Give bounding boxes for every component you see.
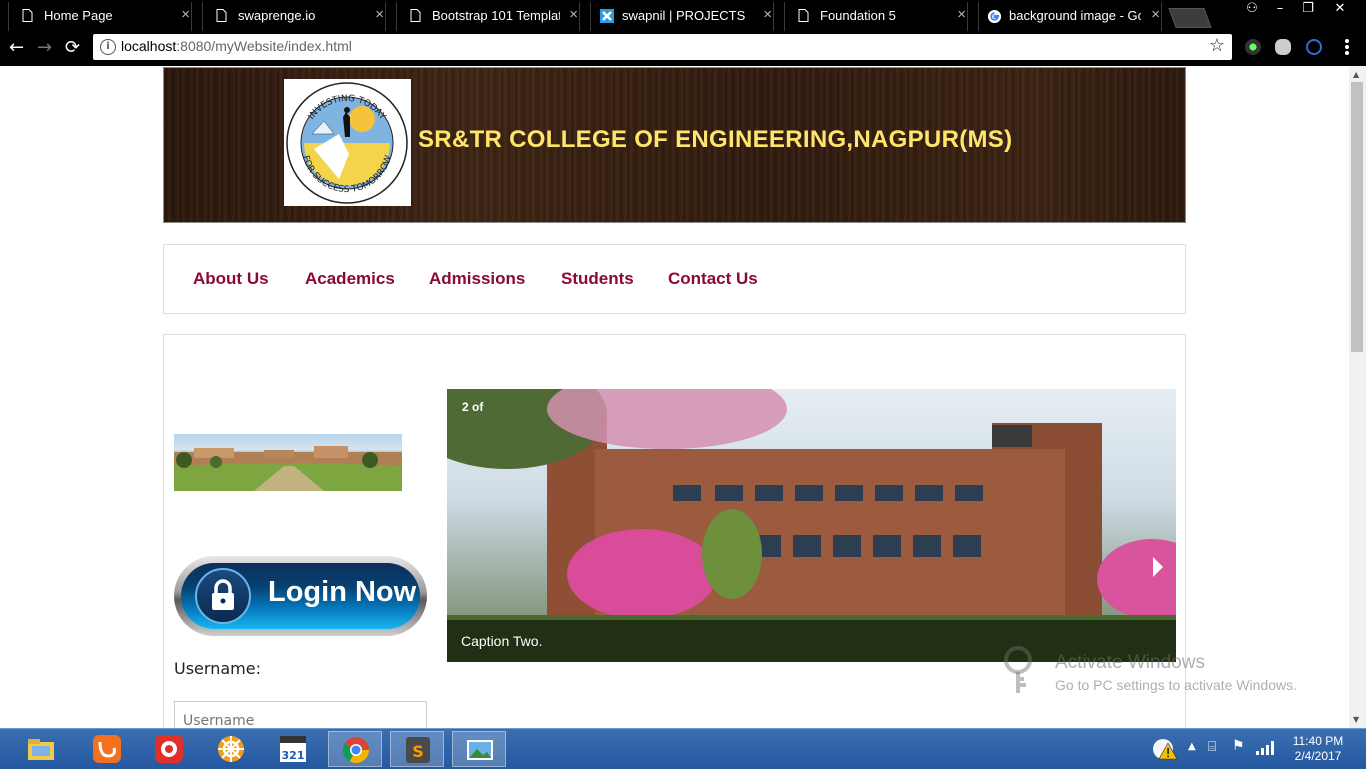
svg-text:S: S [412, 742, 424, 761]
main-navigation: About Us Academics Admissions Students C… [163, 244, 1186, 314]
reload-icon[interactable]: ⟳ [65, 37, 80, 58]
watermark-title: Activate Windows [1055, 652, 1205, 673]
google-icon [987, 9, 1002, 24]
browser-tab[interactable]: Bootstrap 101 Template × [388, 2, 588, 31]
network-icon[interactable]: ⌸ [1208, 739, 1216, 755]
tab-title: Foundation 5 [820, 8, 896, 23]
slide-caption: Caption Two. [461, 633, 543, 649]
clock-time: 11:40 PM [1292, 734, 1344, 748]
flag-icon[interactable]: ⚑ [1232, 738, 1245, 754]
close-tab-icon[interactable]: × [1151, 6, 1160, 23]
nav-students[interactable]: Students [561, 269, 634, 289]
system-clock[interactable]: 11:40 PM 2/4/2017 [1290, 734, 1346, 764]
campus-panorama-image [174, 434, 402, 491]
info-icon[interactable]: i [100, 39, 116, 55]
svg-text:321: 321 [282, 749, 305, 762]
login-now-button[interactable]: Login Now [174, 556, 427, 636]
image-slider[interactable]: 2 of Caption Two. [447, 389, 1176, 662]
file-explorer-icon[interactable] [14, 731, 68, 767]
browser-tab-bar: Home Page × swaprenge.io × Bootstrap 101… [0, 0, 1366, 31]
ship-wheel-app-icon[interactable] [204, 731, 258, 767]
nav-academics[interactable]: Academics [305, 269, 395, 289]
clock-date: 2/4/2017 [1294, 749, 1342, 763]
address-bar[interactable]: i localhost:8080/myWebsite/index.html ☆ [93, 34, 1232, 60]
close-tab-icon[interactable]: × [957, 6, 966, 23]
tab-title: swapnil | PROJECTS [622, 8, 746, 23]
cloud-extension-icon[interactable] [1275, 39, 1291, 55]
tab-title: Bootstrap 101 Template [432, 8, 560, 23]
tab-title: Home Page [44, 8, 113, 23]
chrome-icon[interactable] [328, 731, 382, 767]
browser-tab[interactable]: Home Page × [0, 2, 200, 31]
extension-icon[interactable] [1245, 39, 1261, 55]
key-icon [1004, 646, 1032, 693]
slide-counter: 2 of [462, 400, 484, 414]
site-header: INVESTING TODAY FOR SUCCESS TOMORROW SR&… [163, 67, 1186, 223]
logo-emblem-icon: INVESTING TODAY FOR SUCCESS TOMORROW [286, 82, 408, 204]
nav-contact-us[interactable]: Contact Us [668, 269, 758, 289]
watermark-subtitle: Go to PC settings to activate Windows. [1055, 677, 1297, 693]
browser-tab[interactable]: swaprenge.io × [194, 2, 394, 31]
bookmark-star-icon[interactable]: ☆ [1209, 35, 1225, 56]
media-player-321-icon[interactable]: 321 [266, 731, 320, 767]
college-name: SR&TR COLLEGE OF ENGINEERING,NAGPUR(MS) [418, 126, 1013, 153]
uc-browser-icon[interactable] [80, 731, 134, 767]
browser-tab[interactable]: swapnil | PROJECTS × [582, 2, 782, 31]
user-icon[interactable]: ⚇ [1238, 0, 1266, 20]
action-center-warning-icon[interactable] [1152, 737, 1178, 761]
close-tab-icon[interactable]: × [181, 6, 190, 23]
browser-tab[interactable]: background image - Goo × [970, 2, 1170, 31]
page-icon [216, 9, 227, 22]
recorder-app-icon[interactable] [142, 731, 196, 767]
college-logo[interactable]: INVESTING TODAY FOR SUCCESS TOMORROW [284, 79, 411, 206]
show-hidden-icons-icon[interactable]: ▲ [1188, 741, 1196, 752]
extension-c-icon[interactable] [1306, 39, 1322, 55]
photo-viewer-icon[interactable] [452, 731, 506, 767]
next-slide-arrow-icon[interactable] [1153, 557, 1163, 577]
close-tab-icon[interactable]: × [375, 6, 384, 23]
browser-tab-active[interactable]: Foundation 5 × [776, 2, 976, 31]
windows-taskbar: 321 S ▲ ⌸ ⚑ 11:40 PM 2/4/2017 [0, 728, 1366, 769]
activate-windows-watermark: Activate Windows Go to PC settings to ac… [1002, 645, 1322, 700]
close-tab-icon[interactable]: × [569, 6, 578, 23]
page-scrollbar[interactable]: ▲ ▼ [1349, 66, 1366, 728]
page-icon [22, 9, 33, 22]
tab-title: swaprenge.io [238, 8, 316, 23]
tab-title: background image - Goo [1009, 8, 1141, 23]
close-window-icon[interactable]: ✕ [1326, 0, 1354, 20]
url-host: localhost [121, 38, 177, 54]
page-icon [798, 9, 809, 22]
scrollbar-thumb[interactable] [1351, 82, 1363, 352]
x-logo-icon [600, 9, 614, 23]
url-text[interactable]: localhost:8080/myWebsite/index.html [121, 38, 352, 54]
new-tab-button[interactable] [1168, 8, 1212, 28]
minimize-icon[interactable]: – [1266, 0, 1294, 20]
forward-arrow-icon[interactable]: → [37, 37, 52, 58]
page-icon [410, 9, 421, 22]
back-arrow-icon[interactable]: ← [9, 37, 24, 58]
sublime-text-icon[interactable]: S [390, 731, 444, 767]
login-button-label: Login Now [268, 576, 417, 608]
restore-icon[interactable]: ❐ [1294, 0, 1322, 20]
browser-menu-icon[interactable] [1345, 39, 1349, 57]
scroll-up-icon[interactable]: ▲ [1353, 70, 1359, 79]
nav-about-us[interactable]: About Us [193, 269, 269, 289]
close-tab-icon[interactable]: × [763, 6, 772, 23]
username-label: Username: [174, 659, 261, 678]
browser-toolbar: ← → ⟳ i localhost:8080/myWebsite/index.h… [0, 31, 1366, 66]
lock-icon [195, 568, 251, 624]
signal-icon[interactable] [1256, 741, 1274, 755]
nav-admissions[interactable]: Admissions [429, 269, 525, 289]
scroll-down-icon[interactable]: ▼ [1353, 715, 1359, 724]
url-path: :8080/myWebsite/index.html [176, 38, 352, 54]
